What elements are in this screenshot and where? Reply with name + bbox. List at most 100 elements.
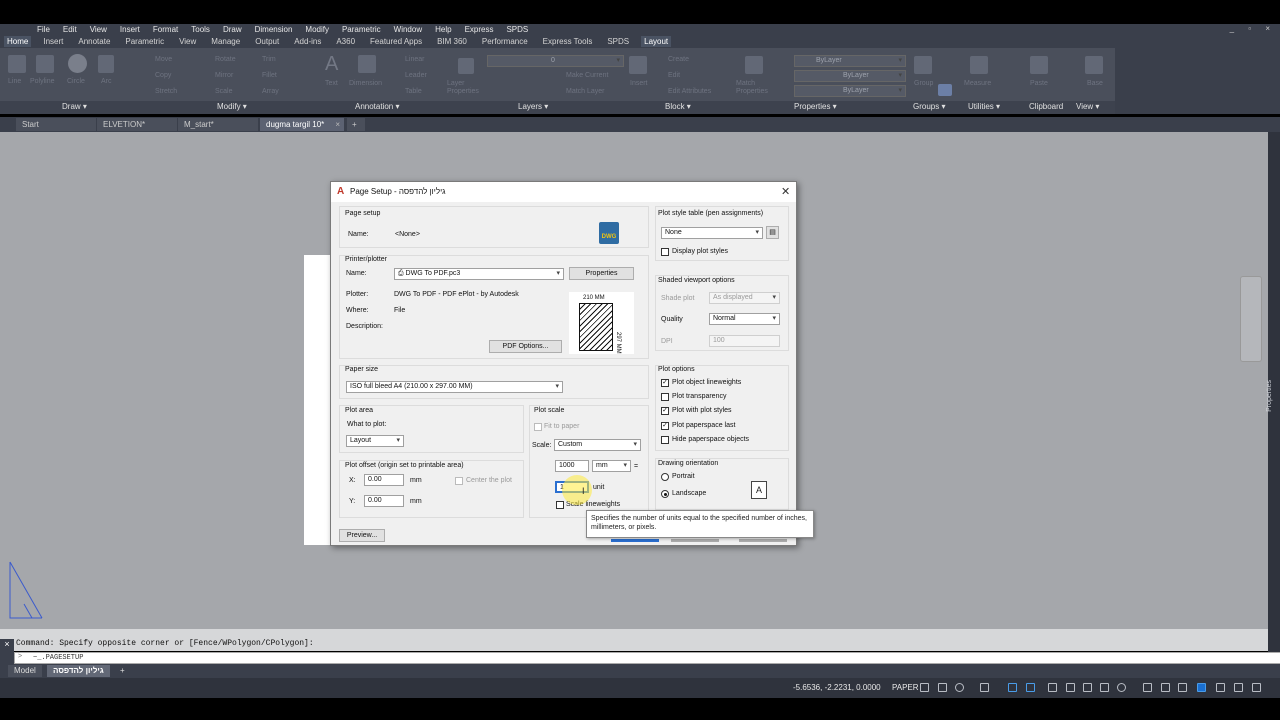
- ortho-icon[interactable]: [938, 683, 947, 692]
- ribbon-tab-featured-apps[interactable]: Featured Apps: [367, 36, 425, 47]
- make-current-tool[interactable]: Make Current: [566, 72, 608, 79]
- edit-plot-style-icon[interactable]: ▤: [766, 226, 779, 239]
- paper-size-dropdown[interactable]: ISO full bleed A4 (210.00 x 297.00 MM) ▾: [346, 381, 563, 393]
- menu-file[interactable]: File: [37, 25, 50, 34]
- file-tab-dugma-targil[interactable]: dugma targil 10* ×: [260, 118, 344, 131]
- view-panel-title[interactable]: View ▾: [1076, 102, 1099, 111]
- properties-palette-label[interactable]: Properties: [1266, 380, 1273, 412]
- center-plot-checkbox[interactable]: [455, 477, 463, 485]
- pdf-options-button[interactable]: PDF Options...: [489, 340, 562, 353]
- layout-tab-print-sheet[interactable]: גיליון להדפסה: [47, 665, 110, 677]
- annotation-panel-title[interactable]: Annotation ▾: [355, 102, 400, 111]
- paper-space-toggle[interactable]: PAPER: [892, 683, 919, 692]
- copy-tool[interactable]: Copy: [155, 72, 171, 79]
- menu-dimension[interactable]: Dimension: [255, 25, 293, 34]
- snap-icon[interactable]: [920, 683, 929, 692]
- menu-tools[interactable]: Tools: [191, 25, 210, 34]
- offset-x-input[interactable]: 0.00: [364, 474, 404, 486]
- match-properties-icon[interactable]: [745, 56, 763, 74]
- trim-tool[interactable]: Trim: [262, 56, 276, 63]
- ribbon-tab-bim360[interactable]: BIM 360: [434, 36, 470, 47]
- menu-help[interactable]: Help: [435, 25, 451, 34]
- offset-y-input[interactable]: 0.00: [364, 495, 404, 507]
- file-tab-m-start[interactable]: M_start*: [178, 118, 258, 131]
- plot-object-lineweights-checkbox[interactable]: ✓: [661, 379, 669, 387]
- linetype-dropdown[interactable]: ByLayer ▾: [794, 70, 906, 82]
- plot-with-plot-styles-checkbox[interactable]: ✓: [661, 407, 669, 415]
- shade-plot-dropdown[interactable]: As displayed ▾: [709, 292, 780, 304]
- menu-window[interactable]: Window: [394, 25, 422, 34]
- menu-insert[interactable]: Insert: [120, 25, 140, 34]
- clean-screen-icon[interactable]: [1234, 683, 1243, 692]
- polyline-icon[interactable]: [36, 55, 54, 73]
- ribbon-tab-performance[interactable]: Performance: [479, 36, 531, 47]
- printer-properties-button[interactable]: Properties: [569, 267, 634, 280]
- stretch-tool[interactable]: Stretch: [155, 88, 177, 95]
- what-to-plot-dropdown[interactable]: Layout ▾: [346, 435, 404, 447]
- groups-panel-title[interactable]: Groups ▾: [913, 102, 945, 111]
- layer-properties-icon[interactable]: [458, 58, 474, 74]
- scale-paper-units-input[interactable]: 1000: [555, 460, 589, 472]
- landscape-radio[interactable]: [661, 490, 669, 498]
- help-button[interactable]: [739, 539, 787, 542]
- ribbon-tab-view[interactable]: View: [176, 36, 199, 47]
- display-plot-styles-checkbox[interactable]: [661, 248, 669, 256]
- file-tab-elvetion[interactable]: ELVETION*: [97, 118, 177, 131]
- cursor-coordinates[interactable]: -5.6536, -2.2231, 0.0000: [793, 683, 881, 692]
- draw-panel-title[interactable]: Draw ▾: [62, 102, 87, 111]
- menu-express[interactable]: Express: [465, 25, 494, 34]
- plot-transparency-checkbox[interactable]: [661, 393, 669, 401]
- ribbon-tab-a360[interactable]: A360: [333, 36, 358, 47]
- edit-block-tool[interactable]: Edit: [668, 72, 680, 79]
- circle-icon[interactable]: [68, 54, 87, 73]
- workspace-icon[interactable]: [1161, 683, 1170, 692]
- text-icon[interactable]: A: [325, 53, 338, 76]
- color-dropdown[interactable]: ByLayer ▾: [794, 55, 906, 67]
- printer-dropdown[interactable]: ⎙ DWG To PDF.pc3 ▾: [394, 268, 564, 280]
- quality-dropdown[interactable]: Normal ▾: [709, 313, 780, 325]
- transparency-icon[interactable]: [1066, 683, 1075, 692]
- array-tool[interactable]: Array: [262, 88, 279, 95]
- line-icon[interactable]: [8, 55, 26, 73]
- scale-dropdown[interactable]: Custom ▾: [554, 439, 641, 451]
- fillet-tool[interactable]: Fillet: [262, 72, 277, 79]
- menu-parametric[interactable]: Parametric: [342, 25, 381, 34]
- cancel-button[interactable]: [671, 539, 719, 542]
- ribbon-tab-express-tools[interactable]: Express Tools: [540, 36, 596, 47]
- create-block-tool[interactable]: Create: [668, 56, 689, 63]
- fit-to-paper-checkbox[interactable]: [534, 423, 542, 431]
- ribbon-tab-spds[interactable]: SPDS: [604, 36, 632, 47]
- menu-draw[interactable]: Draw: [223, 25, 242, 34]
- measure-icon[interactable]: [970, 56, 988, 74]
- selection-cycling-icon[interactable]: [1083, 683, 1092, 692]
- ribbon-tab-addins[interactable]: Add-ins: [291, 36, 324, 47]
- portrait-radio[interactable]: [661, 473, 669, 481]
- ribbon-tab-output[interactable]: Output: [252, 36, 282, 47]
- clipboard-panel-title[interactable]: Clipboard: [1029, 102, 1063, 111]
- ribbon-tab-annotate[interactable]: Annotate: [75, 36, 113, 47]
- close-tab-icon[interactable]: ×: [335, 118, 340, 131]
- add-layout-button[interactable]: +: [114, 665, 131, 677]
- scale-tool[interactable]: Scale: [215, 88, 233, 95]
- osnap-icon[interactable]: [1008, 683, 1017, 692]
- mirror-tool[interactable]: Mirror: [215, 72, 233, 79]
- linear-tool[interactable]: Linear: [405, 56, 424, 63]
- rotate-tool[interactable]: Rotate: [215, 56, 236, 63]
- edit-attributes-tool[interactable]: Edit Attributes: [668, 88, 711, 95]
- dpi-input[interactable]: 100: [709, 335, 780, 347]
- hardware-acceleration-icon[interactable]: [1216, 683, 1225, 692]
- scale-units-dropdown[interactable]: mm ▾: [592, 460, 631, 472]
- match-layer-tool[interactable]: Match Layer: [566, 88, 605, 95]
- lineweight-dropdown[interactable]: ByLayer ▾: [794, 85, 906, 97]
- paste-icon[interactable]: [1030, 56, 1048, 74]
- group-icon[interactable]: [914, 56, 932, 74]
- polar-icon[interactable]: [955, 683, 964, 692]
- preview-button[interactable]: Preview...: [339, 529, 385, 542]
- table-tool[interactable]: Table: [405, 88, 422, 95]
- ribbon-tab-manage[interactable]: Manage: [208, 36, 243, 47]
- move-tool[interactable]: Move: [155, 56, 172, 63]
- properties-panel-title[interactable]: Properties ▾: [794, 102, 837, 111]
- annotation-scale-icon[interactable]: [1100, 683, 1109, 692]
- menu-spds[interactable]: SPDS: [506, 25, 528, 34]
- layout-tab-model[interactable]: Model: [8, 665, 42, 677]
